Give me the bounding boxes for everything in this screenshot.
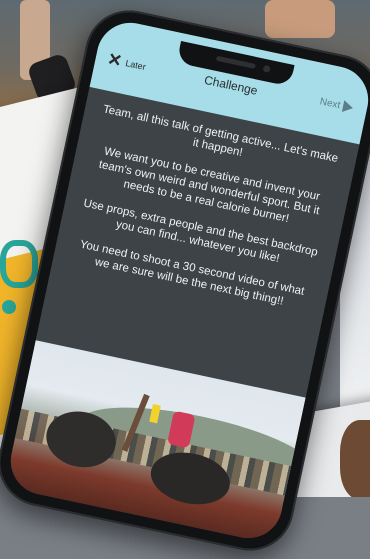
background-person — [340, 420, 370, 497]
challenge-message: Team, all this talk of getting active...… — [68, 102, 340, 326]
challenge-photo — [4, 340, 306, 545]
speaker-grille — [215, 55, 256, 69]
background-leg-right — [265, 0, 335, 38]
camera-icon — [262, 64, 271, 74]
background-teal-dot — [2, 300, 16, 314]
background-teal-shape — [0, 240, 38, 288]
